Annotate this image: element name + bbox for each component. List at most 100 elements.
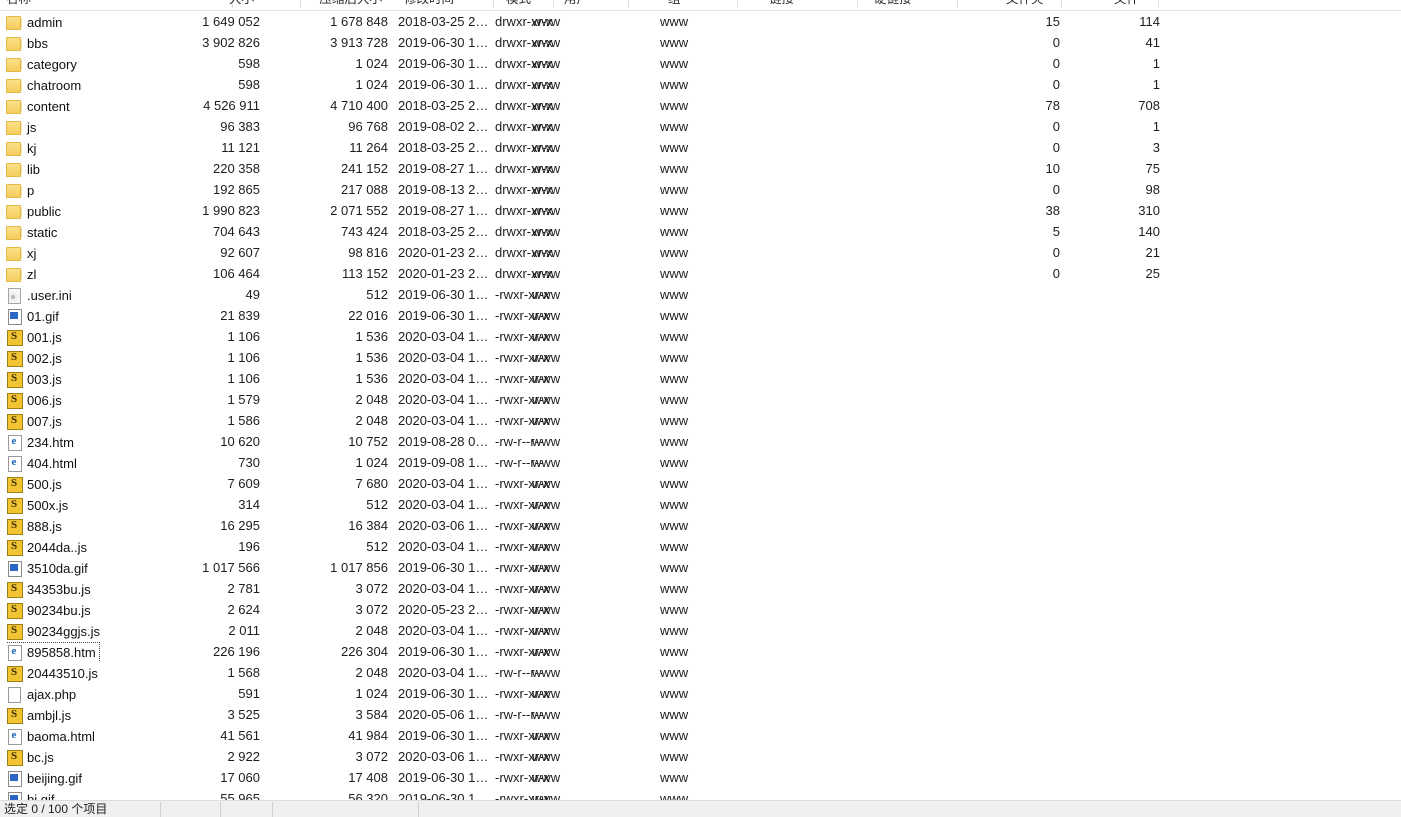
column-header-size[interactable]: 大小 <box>120 0 260 11</box>
column-header-folders[interactable]: 文件夹 <box>1000 0 1060 11</box>
column-divider[interactable] <box>957 0 958 8</box>
column-header-group[interactable]: 组 <box>662 0 722 11</box>
table-row[interactable]: ajax.php 591 1 024 2019-06-30 1… -rwxr-xr-x w… <box>0 683 1401 704</box>
table-row[interactable]: 002.js1 1061 5362020-03-04 1…-rwxr-xr-xw… <box>0 347 1401 368</box>
file-name-focus-box[interactable]: bc.js <box>6 748 57 767</box>
file-name-focus-box[interactable]: 500x.js <box>6 496 71 515</box>
table-row[interactable]: 007.js1 5862 0482020-03-04 1…-rwxr-xr-xw… <box>0 410 1401 431</box>
file-name-focus-box[interactable]: category <box>6 55 80 74</box>
file-name-focus-box[interactable]: lib <box>6 160 43 179</box>
file-name-focus-box[interactable]: static <box>6 223 60 242</box>
file-name-focus-box[interactable]: 003.js <box>6 370 65 389</box>
table-row[interactable]: bbs 3 902 826 3 913 728 2019-06-30 1… drwxr-… <box>0 32 1401 53</box>
file-name-focus-box[interactable]: zl <box>6 265 39 284</box>
file-name-focus-box[interactable]: 001.js <box>6 328 65 347</box>
table-row[interactable]: 006.js1 5792 0482020-03-04 1…-rwxr-xr-xw… <box>0 389 1401 410</box>
file-name-focus-box[interactable]: 888.js <box>6 517 65 536</box>
table-row[interactable]: bi.gif 55 965 56 320 2019-06-30 1 -rwxr-xr-x… <box>0 788 1401 800</box>
table-row[interactable]: chatroom 598 1 024 2019-06-30 1… drwxr-xr-x w… <box>0 74 1401 95</box>
file-link-cell <box>742 662 832 683</box>
file-name-focus-box[interactable]: chatroom <box>6 76 84 95</box>
column-header-hard-link[interactable]: 硬链接 <box>868 0 958 11</box>
column-divider[interactable] <box>1061 0 1062 8</box>
file-name-focus-box[interactable]: p <box>6 181 37 200</box>
column-header-link[interactable]: 链接 <box>763 0 843 11</box>
file-hard-link-cell <box>862 767 952 788</box>
table-row[interactable]: 895858.htm226 196226 3042019-06-30 1…-rw… <box>0 641 1401 662</box>
table-row[interactable]: kj 11 121 11 264 2018-03-25 2… drwxr-xr-x www… <box>0 137 1401 158</box>
file-name-focus-box[interactable]: beijing.gif <box>6 769 85 788</box>
file-name-focus-box[interactable]: kj <box>6 139 39 158</box>
table-row[interactable]: 500.js7 6097 6802020-03-04 1…-rwxr-xr-xw… <box>0 473 1401 494</box>
file-name-focus-box[interactable]: bi.gif <box>6 790 57 800</box>
file-file-count-cell <box>1060 473 1160 494</box>
table-row[interactable]: category 598 1 024 2019-06-30 1… drwxr-xr-x w… <box>0 53 1401 74</box>
file-name-focus-box[interactable]: ambjl.js <box>6 706 74 725</box>
file-name-focus-box[interactable]: 007.js <box>6 412 65 431</box>
file-name-focus-box[interactable]: ajax.php <box>6 685 79 704</box>
file-name-focus-box[interactable]: 2044da..js <box>6 538 90 557</box>
table-row[interactable]: 234.htm10 62010 7522019-08-28 0…-rw-r--r… <box>0 431 1401 452</box>
column-divider[interactable] <box>553 0 554 8</box>
file-name-focus-box[interactable]: admin <box>6 13 65 32</box>
file-name-focus-box[interactable]: 006.js <box>6 391 65 410</box>
column-header-owner[interactable]: 用户 <box>558 0 628 11</box>
file-name-focus-box[interactable]: 002.js <box>6 349 65 368</box>
file-name-focus-box[interactable]: 895858.htm <box>6 642 100 662</box>
table-row[interactable]: content 4 526 911 4 710 400 2018-03-25 2… dr… <box>0 95 1401 116</box>
table-row[interactable]: bc.js2 9223 0722020-03-06 1…-rwxr-xr-xww… <box>0 746 1401 767</box>
table-row[interactable]: beijing.gif 17 060 17 408 2019-06-30 1… -rwx… <box>0 767 1401 788</box>
table-row[interactable]: static 704 643 743 424 2018-03-25 2… drwxr-x… <box>0 221 1401 242</box>
column-header-mode[interactable]: 模式 <box>500 0 560 11</box>
table-row[interactable]: js 96 383 96 768 2019-08-02 2… drwxr-xr-x www… <box>0 116 1401 137</box>
file-compressed-size-cell: 98 816 <box>348 245 388 260</box>
column-divider[interactable] <box>493 0 494 8</box>
file-name-focus-box[interactable]: 90234bu.js <box>6 601 94 620</box>
table-row[interactable]: 90234ggjs.js2 0112 0482020-03-04 1…-rwxr… <box>0 620 1401 641</box>
table-row[interactable]: 20443510.js1 5682 0482020-03-04 1…-rw-r-… <box>0 662 1401 683</box>
file-name-focus-box[interactable]: js <box>6 118 39 137</box>
file-list[interactable]: admin 1 649 052 1 678 848 2018-03-25 2… drwx… <box>0 11 1401 800</box>
table-row[interactable]: p 192 865 217 088 2019-08-13 2… drwxr-xr-x ww… <box>0 179 1401 200</box>
table-row[interactable]: zl 106 464 113 152 2020-01-23 2… drwxr-xr-x w… <box>0 263 1401 284</box>
file-name-focus-box[interactable]: content <box>6 97 73 116</box>
table-row[interactable]: ambjl.js3 5253 5842020-05-06 1…-rw-r--r-… <box>0 704 1401 725</box>
table-row[interactable]: xj 92 607 98 816 2020-01-23 2… drwxr-xr-x www… <box>0 242 1401 263</box>
file-name-focus-box[interactable]: 3510da.gif <box>6 559 91 578</box>
file-name-focus-box[interactable]: xj <box>6 244 39 263</box>
file-modified-time-cell: 2018-03-25 2… <box>398 98 489 113</box>
file-name-focus-box[interactable]: .user.ini <box>6 286 75 305</box>
file-name-focus-box[interactable]: 234.htm <box>6 433 77 452</box>
column-divider[interactable] <box>628 0 629 8</box>
table-row[interactable]: 01.gif 21 839 22 016 2019-06-30 1… -rwxr-xr-… <box>0 305 1401 326</box>
table-row[interactable]: 500x.js3145122020-03-04 1…-rwxr-xr-xwwww… <box>0 494 1401 515</box>
table-row[interactable]: 34353bu.js2 7813 0722020-03-04 1…-rwxr-x… <box>0 578 1401 599</box>
file-name-focus-box[interactable]: 20443510.js <box>6 664 101 683</box>
file-name-focus-box[interactable]: 404.html <box>6 454 80 473</box>
table-row[interactable]: 001.js1 1061 5362020-03-04 1…-rwxr-xr-xw… <box>0 326 1401 347</box>
file-name-focus-box[interactable]: 500.js <box>6 475 65 494</box>
table-row[interactable]: public 1 990 823 2 071 552 2019-08-27 1… drw… <box>0 200 1401 221</box>
table-row[interactable]: .user.ini 49 512 2019-06-30 1… -rwxr-xr-x www… <box>0 284 1401 305</box>
table-row[interactable]: 404.html7301 0242019-09-08 1…-rw-r--r--w… <box>0 452 1401 473</box>
table-row[interactable]: 3510da.gif 1 017 566 1 017 856 2019-06-30 1… <box>0 557 1401 578</box>
table-row[interactable]: baoma.html41 56141 9842019-06-30 1…-rwxr… <box>0 725 1401 746</box>
file-name-focus-box[interactable]: baoma.html <box>6 727 98 746</box>
file-name-focus-box[interactable]: 90234ggjs.js <box>6 622 103 641</box>
column-header-compressed-size[interactable]: 压缩后大小 <box>268 0 388 11</box>
column-header-files[interactable]: 文件 <box>1108 0 1168 11</box>
table-row[interactable]: 003.js1 1061 5362020-03-04 1…-rwxr-xr-xw… <box>0 368 1401 389</box>
table-row[interactable]: lib 220 358 241 152 2019-08-27 1… drwxr-xr-x… <box>0 158 1401 179</box>
table-row[interactable]: 90234bu.js2 6243 0722020-05-23 2…-rwxr-x… <box>0 599 1401 620</box>
table-row[interactable]: admin 1 649 052 1 678 848 2018-03-25 2… drwx… <box>0 11 1401 32</box>
file-name-focus-box[interactable]: bbs <box>6 34 51 53</box>
file-name-focus-box[interactable]: 01.gif <box>6 307 62 326</box>
file-name-focus-box[interactable]: public <box>6 202 64 221</box>
column-divider[interactable] <box>737 0 738 8</box>
column-divider[interactable] <box>1158 0 1159 8</box>
column-header-modified-time[interactable]: 修改时间 <box>398 0 498 11</box>
file-name-focus-box[interactable]: 34353bu.js <box>6 580 94 599</box>
column-divider[interactable] <box>857 0 858 8</box>
table-row[interactable]: 888.js16 29516 3842020-03-06 1…-rwxr-xr-… <box>0 515 1401 536</box>
table-row[interactable]: 2044da..js1965122020-03-04 1…-rwxr-xr-xw… <box>0 536 1401 557</box>
